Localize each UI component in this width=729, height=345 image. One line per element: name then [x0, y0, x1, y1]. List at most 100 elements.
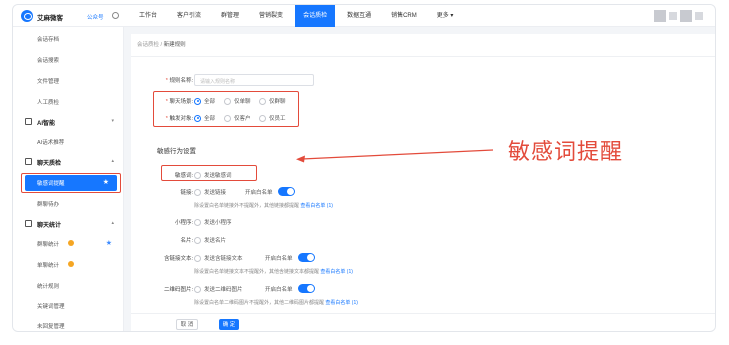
- annotation-label: 敏感词提醒: [508, 139, 624, 164]
- checkbox-icon: [194, 285, 201, 293]
- sidebar-group-chat-stats[interactable]: 聊天统计 ▴: [13, 216, 124, 232]
- checkbox-label: 发送名片: [204, 238, 227, 244]
- sidebar-item-file-management[interactable]: 文件管理: [13, 73, 124, 89]
- qrcode-whitelist-label: 开启白名单: [265, 287, 293, 293]
- checkbox-icon: [194, 236, 201, 244]
- form-footer: 取 消 确 定: [131, 313, 715, 331]
- checkbox-icon: [194, 218, 201, 226]
- avatar-org[interactable]: [680, 10, 692, 22]
- sidebar-item-label: 群聊统计: [37, 242, 60, 248]
- linktext-checkbox[interactable]: 发送含链接文本: [194, 254, 243, 262]
- linktext-label: 含链接文本:: [163, 256, 193, 262]
- chevron-up-icon: ▴: [111, 158, 114, 164]
- link-whitelist-view-link[interactable]: 查看白名单 (1): [300, 203, 333, 209]
- miniprogram-label: 小程序:: [174, 220, 193, 226]
- sidebar-item-keyword-management[interactable]: 关键词管理: [13, 298, 124, 314]
- nav-data-interop[interactable]: 数据互通: [339, 5, 379, 27]
- avatar[interactable]: [654, 10, 666, 22]
- sidebar-item-no-reply-management[interactable]: 未回复管理: [13, 318, 124, 331]
- linktext-whitelist-label: 开启白名单: [265, 256, 293, 262]
- logo-icon: [21, 10, 33, 22]
- stats-icon: [25, 220, 32, 227]
- nav-sales-crm[interactable]: 销售CRM: [383, 5, 425, 27]
- vip-icon: [68, 261, 74, 267]
- brand-name: 艾麻微客: [37, 15, 63, 22]
- chevron-up-icon: ▴: [111, 220, 114, 226]
- nav-group-management[interactable]: 群管理: [213, 5, 247, 27]
- sidebar-item-label: 未回复管理: [37, 324, 65, 330]
- checkbox-label: 发送小程序: [204, 220, 232, 226]
- sidebar-item-label: 人工质检: [37, 100, 60, 106]
- linktext-whitelist-view-link[interactable]: 查看白名单 (1): [320, 269, 353, 275]
- link-whitelist-toggle[interactable]: [278, 187, 295, 196]
- link-label: 链接:: [180, 190, 193, 196]
- nav-marketing-fission[interactable]: 营销裂变: [251, 5, 291, 27]
- avatar-org-secondary: [695, 12, 703, 20]
- link-whitelist-label: 开启白名单: [245, 190, 273, 196]
- user-area[interactable]: [654, 10, 703, 22]
- qrcode-label: 二维码图片:: [163, 287, 193, 293]
- main-nav: 工作台 客户引流 群管理 营销裂变 会话质检 数据互通 销售CRM 更多 ▾: [131, 5, 465, 27]
- sidebar-item-group-todo[interactable]: 群聊待办: [13, 196, 124, 212]
- sidebar-group-label: AI智能: [37, 121, 56, 127]
- checkbox-label: 发送二维码图片: [204, 287, 243, 293]
- inspection-icon: [25, 158, 32, 165]
- breadcrumb-current: 新建规则: [163, 42, 186, 48]
- rule-name-label: * 规则名称:: [165, 78, 193, 84]
- breadcrumb: 会话质检 / 新建规则: [137, 40, 186, 48]
- nav-customer-acquisition[interactable]: 客户引流: [169, 5, 209, 27]
- miniprogram-checkbox[interactable]: 发送小程序: [194, 218, 232, 226]
- link-note: 除设置白名单链接外不提醒外，其他链接都提醒 查看白名单 (1): [194, 203, 333, 209]
- chevron-down-icon: ▾: [111, 118, 114, 124]
- card-label: 名片:: [180, 238, 193, 244]
- theme-toggle-icon[interactable]: [112, 12, 119, 19]
- sidebar-item-manual-inspection[interactable]: 人工质检: [13, 94, 124, 110]
- qrcode-checkbox[interactable]: 发送二维码图片: [194, 285, 243, 293]
- top-bar: 艾麻微客 公众号 工作台 客户引流 群管理 营销裂变 会话质检 数据互通 销售C…: [13, 5, 715, 27]
- vip-icon: [68, 240, 74, 246]
- confirm-button[interactable]: 确 定: [219, 319, 239, 330]
- sidebar-group-ai[interactable]: AI智能 ▾: [13, 114, 124, 130]
- sidebar-item-label: 统计规则: [37, 284, 60, 290]
- annotation-arrow-icon: [296, 149, 494, 163]
- sidebar-item-ai-script[interactable]: AI话术推荐: [13, 134, 124, 150]
- sidebar-item-group-stats[interactable]: 群聊统计 ★: [13, 236, 124, 252]
- main-panel: 会话质检 / 新建规则 * 规则名称: 请输入规则名称 * 聊天场景: 全部 仅…: [131, 34, 715, 331]
- highlight-box-scope: [153, 91, 299, 127]
- breadcrumb-separator: /: [160, 42, 163, 48]
- card-checkbox[interactable]: 发送名片: [194, 236, 226, 244]
- sidebar-item-label: 会话搜索: [37, 58, 60, 64]
- linktext-whitelist-toggle[interactable]: [298, 253, 315, 262]
- breadcrumb-parent[interactable]: 会话质检: [137, 42, 159, 48]
- cancel-button[interactable]: 取 消: [176, 319, 198, 330]
- sidebar-group-label: 聊天统计: [37, 223, 62, 229]
- section-title: 敏感行为设置: [157, 148, 196, 155]
- checkbox-icon: [194, 254, 201, 262]
- link-checkbox[interactable]: 发送链接: [194, 188, 226, 196]
- divider: [131, 56, 715, 57]
- sidebar-item-stats-rules[interactable]: 统计规则: [13, 278, 124, 294]
- qrcode-note: 除设置白名单二维码图片不提醒外，其他二维码图片都提醒 查看白名单 (1): [194, 300, 358, 306]
- star-icon[interactable]: ★: [106, 239, 112, 247]
- rule-name-input[interactable]: 请输入规则名称: [194, 74, 314, 86]
- checkbox-label: 发送链接: [204, 190, 227, 196]
- sidebar-group-chat-inspection[interactable]: 聊天质检 ▴: [13, 154, 124, 170]
- sidebar-item-label: 单聊统计: [37, 263, 60, 269]
- checkbox-icon: [194, 188, 201, 196]
- sidebar-item-label: AI话术推荐: [37, 140, 65, 146]
- nav-more[interactable]: 更多 ▾: [429, 5, 462, 27]
- sidebar-item-label: 群聊待办: [37, 202, 60, 208]
- brand-sub[interactable]: 公众号: [87, 13, 104, 21]
- qrcode-whitelist-view-link[interactable]: 查看白名单 (1): [325, 300, 358, 306]
- sidebar: 会话存档 会话搜索 文件管理 人工质检 AI智能 ▾ AI话术推荐 聊天质检 ▴…: [13, 27, 124, 331]
- qrcode-whitelist-toggle[interactable]: [298, 284, 315, 293]
- sidebar-item-session-archive[interactable]: 会话存档: [13, 31, 124, 47]
- linktext-note: 除设置白名单链接文本不提醒外，其他含链接文本都提醒 查看白名单 (1): [194, 269, 353, 275]
- sidebar-item-session-search[interactable]: 会话搜索: [13, 52, 124, 68]
- rule-name-placeholder: 请输入规则名称: [200, 79, 236, 85]
- sidebar-item-single-stats[interactable]: 单聊统计: [13, 257, 124, 273]
- nav-workbench[interactable]: 工作台: [131, 5, 165, 27]
- sidebar-item-label: 关键词管理: [37, 304, 65, 310]
- nav-session-inspection[interactable]: 会话质检: [295, 5, 336, 27]
- avatar-secondary: [669, 12, 677, 20]
